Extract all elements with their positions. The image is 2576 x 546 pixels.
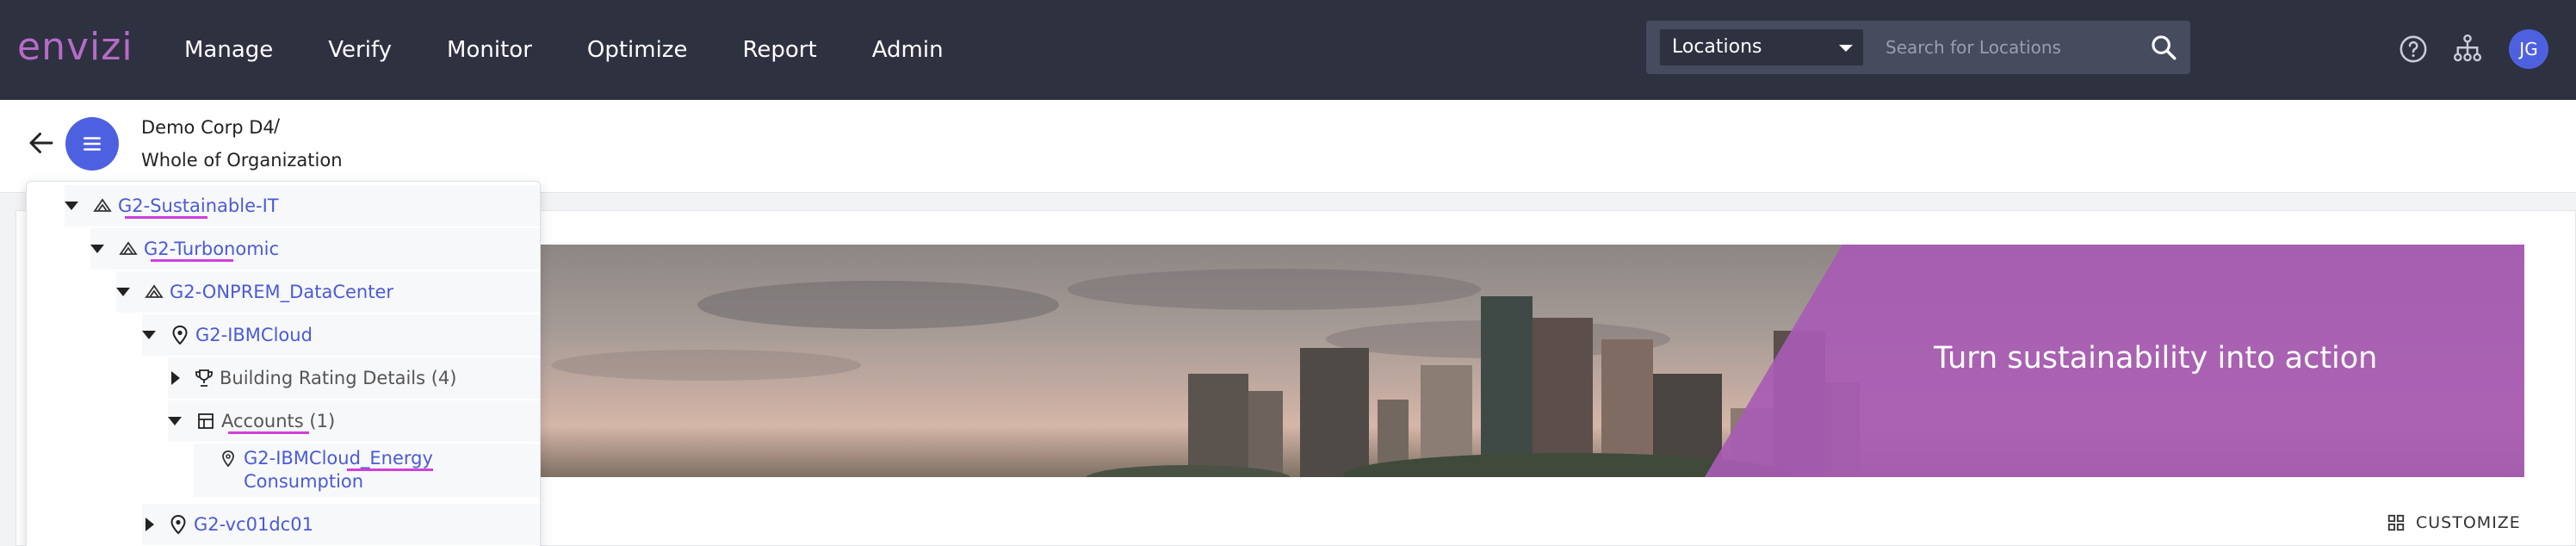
account-icon — [198, 413, 214, 429]
tree-node-label[interactable]: G2-IBMCloud — [195, 325, 313, 345]
tree-node[interactable]: G2-Turbonomic — [90, 228, 540, 270]
menu-item-monitor[interactable]: Monitor — [447, 37, 532, 63]
underline-mark — [228, 431, 309, 434]
user-avatar[interactable]: JG — [2509, 29, 2548, 69]
tree-node[interactable]: Building Rating Details (4) — [168, 357, 540, 399]
search-icon[interactable] — [2149, 33, 2178, 62]
caret-down-icon[interactable] — [65, 202, 78, 210]
tree-node[interactable]: G2-ONPREM_DataCenter — [116, 271, 540, 313]
tree-node-label[interactable]: G2-vc01dc01 — [194, 514, 313, 535]
hierarchy-icon[interactable] — [2452, 33, 2483, 64]
tree-node-label[interactable]: Accounts (1) — [221, 411, 335, 431]
tree-node[interactable]: G2-Sustainable-IT — [65, 185, 540, 226]
search-bar: Locations — [1646, 21, 2190, 74]
search-scope-select[interactable]: Locations — [1660, 29, 1863, 65]
breadcrumb-current: Whole of Organization — [141, 150, 343, 171]
tree-node-label-line2[interactable]: Consumption — [244, 470, 433, 493]
location-tree-panel: G2-Sustainable-IT G2-Turbonomic G2-ONPRE… — [26, 181, 541, 546]
location-outline-icon — [222, 450, 234, 468]
menu-item-report[interactable]: Report — [742, 37, 816, 63]
location-pin-icon — [170, 514, 186, 535]
group-icon — [93, 198, 112, 212]
help-circle-icon[interactable] — [2399, 34, 2428, 64]
caret-right-icon[interactable] — [171, 371, 180, 385]
caret-down-icon[interactable] — [168, 417, 182, 425]
banner-headline: Turn sustainability into action — [1934, 341, 2378, 375]
search-input[interactable] — [1873, 29, 2149, 65]
envizi-logo[interactable]: envizi — [17, 21, 133, 72]
tree-node[interactable]: Accounts (1) — [168, 400, 540, 442]
caret-right-icon[interactable] — [146, 518, 154, 531]
tree-node-label[interactable]: G2-ONPREM_DataCenter — [170, 282, 393, 302]
menu-item-manage[interactable]: Manage — [184, 37, 273, 63]
hierarchy-menu-button[interactable] — [65, 117, 119, 171]
customize-label: CUSTOMIZE — [2416, 513, 2521, 532]
location-pin-icon — [172, 325, 188, 345]
underline-mark — [347, 468, 433, 471]
caret-down-icon[interactable] — [116, 288, 130, 296]
breadcrumb-parent[interactable]: Demo Corp D4 — [141, 117, 275, 138]
trophy-icon — [195, 369, 213, 387]
sub-header — [0, 100, 2576, 193]
tree-node-label[interactable]: G2-IBMCloud_Energy — [244, 447, 433, 470]
caret-down-icon[interactable] — [90, 245, 104, 253]
grid-icon — [2387, 514, 2405, 531]
breadcrumb-separator: / — [274, 115, 281, 136]
menu-item-admin[interactable]: Admin — [872, 37, 944, 63]
customize-button[interactable]: CUSTOMIZE — [2387, 513, 2521, 532]
tree-node-label[interactable]: Building Rating Details (4) — [220, 368, 456, 388]
tree-node[interactable]: G2-vc01dc01 — [142, 504, 540, 545]
main-menu: Manage Verify Monitor Optimize Report Ad… — [184, 0, 999, 100]
menu-lines-icon — [84, 137, 101, 151]
underline-mark — [151, 259, 233, 262]
tree-node[interactable]: G2-IBMCloud — [142, 314, 540, 356]
group-icon — [145, 284, 164, 298]
underline-mark — [125, 216, 207, 219]
top-navigation-bar: envizi Manage Verify Monitor Optimize Re… — [0, 0, 2576, 100]
group-icon — [119, 241, 138, 255]
menu-item-optimize[interactable]: Optimize — [587, 37, 688, 63]
tree-node-label[interactable]: G2-Turbonomic — [144, 239, 279, 259]
caret-down-icon[interactable] — [142, 331, 156, 339]
back-arrow-icon[interactable] — [26, 127, 57, 158]
menu-item-verify[interactable]: Verify — [328, 37, 392, 63]
tree-node-label[interactable]: G2-Sustainable-IT — [118, 195, 279, 216]
caret-down-icon — [1839, 45, 1853, 52]
search-scope-label: Locations — [1672, 36, 1762, 58]
